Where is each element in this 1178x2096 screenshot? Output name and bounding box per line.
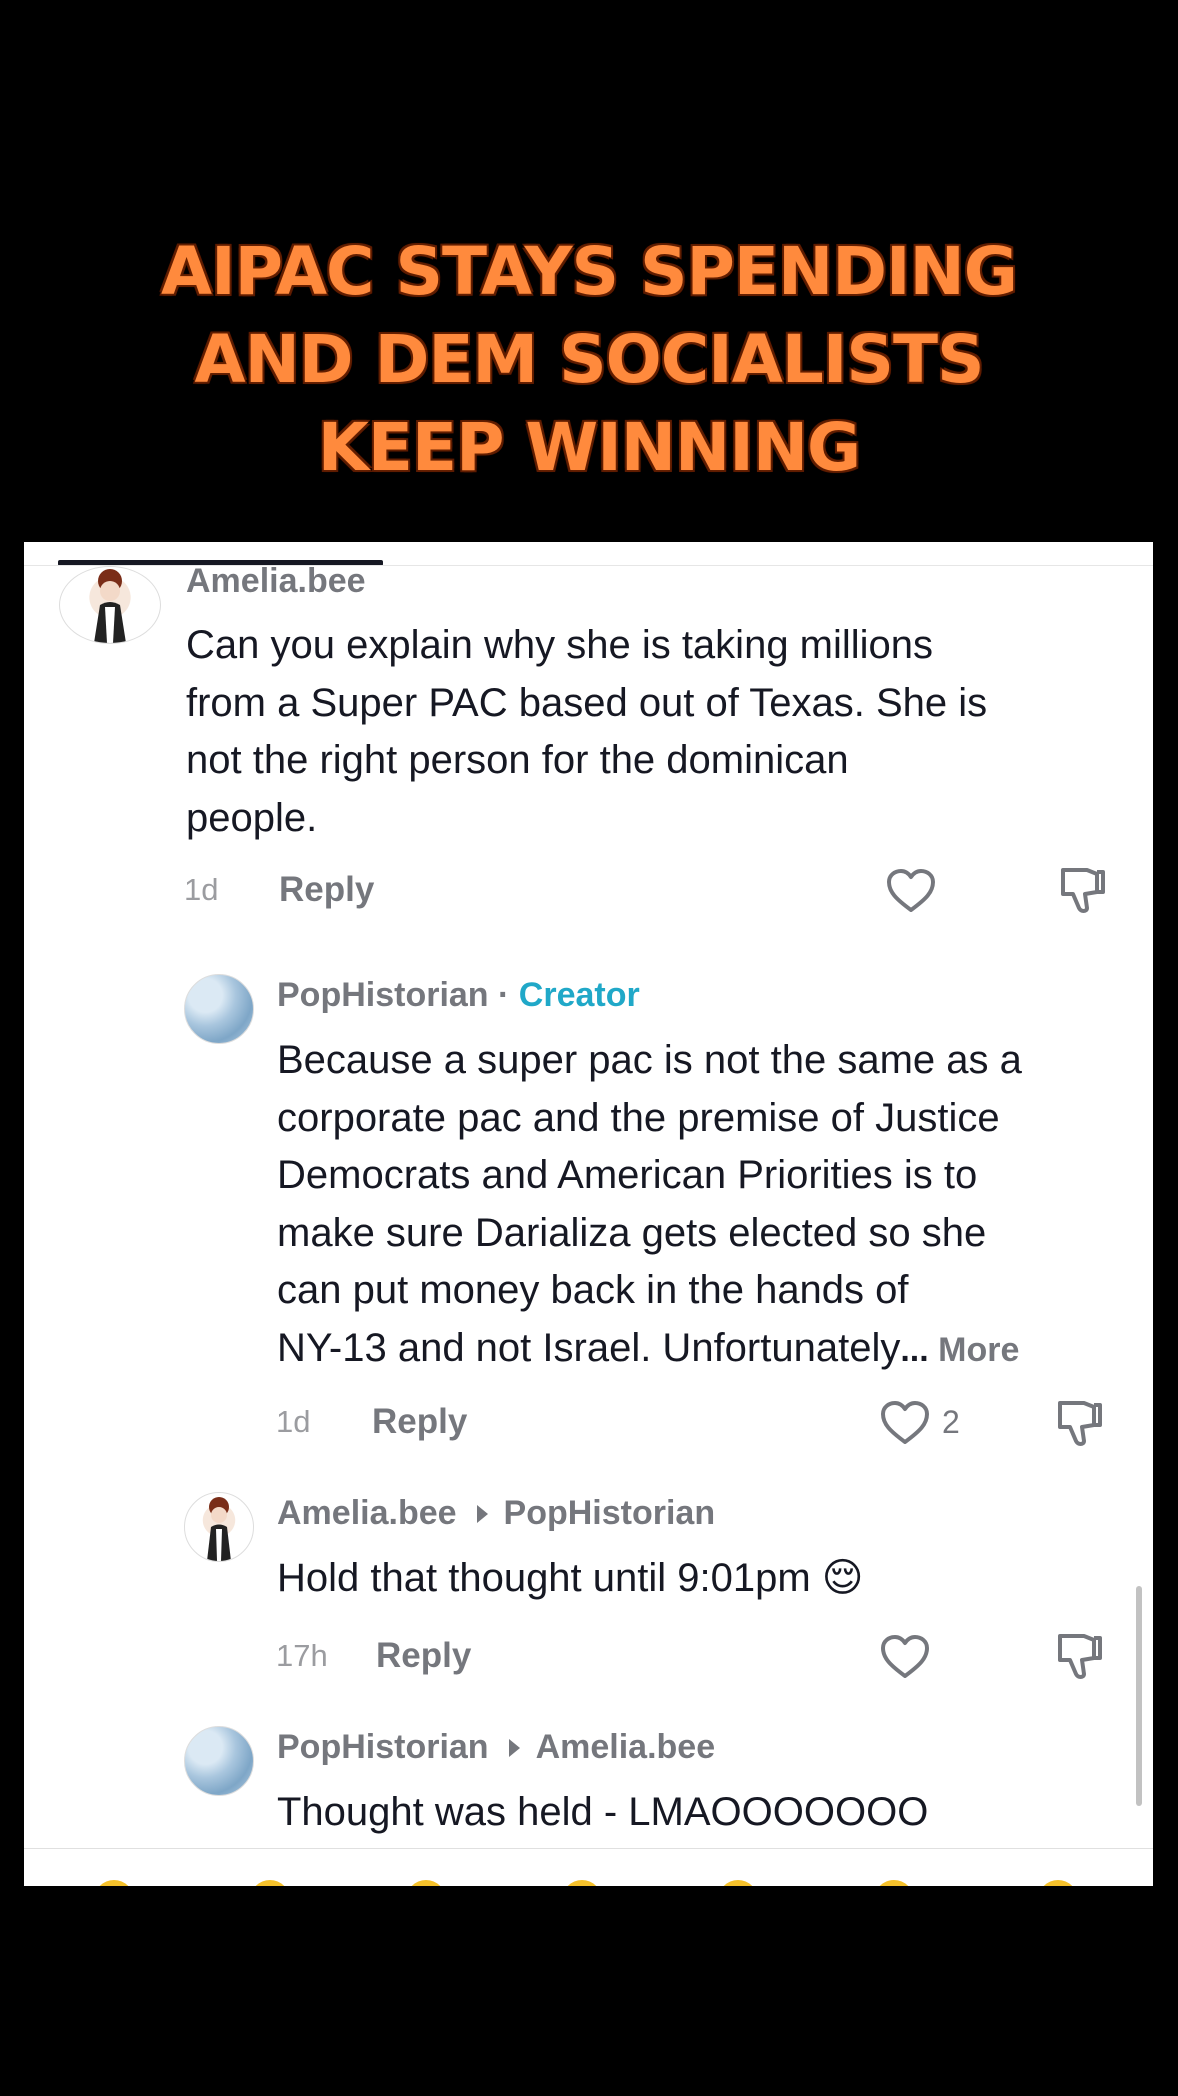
comment-text: Because a super pac is not the same as a… bbox=[277, 1032, 1022, 1379]
comment-text-line: can put money back in the hands of bbox=[277, 1268, 909, 1312]
emoji-quick-bar bbox=[24, 1880, 1153, 1886]
like-count: 2 bbox=[942, 1404, 960, 1440]
comment-header: PopHistorian · Creator bbox=[277, 976, 640, 1015]
comment-text-line: not the right person for the dominican bbox=[186, 738, 849, 782]
reply-button[interactable]: Reply bbox=[372, 1402, 467, 1442]
comment-time: 1d bbox=[184, 872, 219, 907]
separator-dot: · bbox=[488, 976, 519, 1014]
thumbs-down-icon[interactable] bbox=[1057, 864, 1107, 916]
avatar[interactable] bbox=[59, 566, 161, 644]
emoji-icon[interactable] bbox=[562, 1880, 602, 1886]
comment-username[interactable]: Amelia.bee bbox=[277, 1494, 457, 1532]
panel-bottom-divider bbox=[24, 1848, 1153, 1849]
reply-button[interactable]: Reply bbox=[376, 1636, 471, 1676]
reply-button[interactable]: Reply bbox=[279, 870, 374, 910]
heart-outline-icon[interactable] bbox=[886, 868, 936, 914]
caption-line-2: AND DEM SOCIALISTS bbox=[194, 321, 984, 398]
emoji-icon[interactable] bbox=[1038, 1880, 1078, 1886]
comment-text-line: from a Super PAC based out of Texas. She… bbox=[186, 680, 988, 725]
comment-text-line: Democrats and American Priorities is to bbox=[277, 1153, 978, 1197]
comment-header: PopHistorian Amelia.bee bbox=[277, 1728, 715, 1767]
comment-text-last-line: NY-13 and not Israel. Unfortunately... M… bbox=[277, 1320, 1022, 1380]
comment-time: 17h bbox=[276, 1638, 328, 1673]
heart-outline-icon[interactable] bbox=[880, 1634, 930, 1680]
comment-text-line: NY-13 and not Israel. Unfortunately bbox=[277, 1325, 901, 1370]
triangle-right-icon bbox=[476, 1505, 488, 1524]
avatar[interactable] bbox=[184, 1492, 254, 1562]
comment-header: Amelia.bee PopHistorian bbox=[277, 1494, 715, 1533]
heart-outline-icon[interactable] bbox=[880, 1400, 930, 1446]
emoji-icon[interactable] bbox=[94, 1880, 134, 1886]
person-avatar-icon bbox=[207, 1497, 231, 1561]
emoji-icon[interactable] bbox=[406, 1880, 446, 1886]
thumbs-down-icon[interactable] bbox=[1054, 1397, 1104, 1449]
emoji-icon[interactable] bbox=[250, 1880, 290, 1886]
emoji-icon[interactable] bbox=[874, 1880, 914, 1886]
comment-text: Hold that thought until 9:01pm 😌 bbox=[277, 1556, 864, 1600]
scrollbar[interactable] bbox=[1136, 1586, 1142, 1806]
truncation-ellipsis: ... bbox=[900, 1330, 929, 1369]
creator-badge: Creator bbox=[518, 976, 640, 1014]
comment-username[interactable]: PopHistorian bbox=[277, 1728, 489, 1766]
video-caption-overlay: AIPAC STAYS SPENDING AND DEM SOCIALISTS … bbox=[0, 228, 1178, 492]
comment-text-line: Because a super pac is not the same as a bbox=[277, 1038, 1022, 1082]
comment-text-line: make sure Darializa gets elected so she bbox=[277, 1210, 987, 1255]
avatar[interactable] bbox=[184, 1726, 254, 1796]
reply-to-username[interactable]: Amelia.bee bbox=[536, 1728, 716, 1766]
triangle-right-icon bbox=[508, 1739, 520, 1758]
comment-username[interactable]: Amelia.bee bbox=[186, 562, 366, 601]
more-link[interactable]: More bbox=[929, 1331, 1019, 1369]
comments-panel[interactable]: Amelia.bee Can you explain why she is ta… bbox=[24, 542, 1153, 1886]
caption-line-1: AIPAC STAYS SPENDING bbox=[161, 233, 1018, 310]
comment-text: Thought was held - LMAOOOOOOO bbox=[277, 1790, 929, 1834]
thumbs-down-icon[interactable] bbox=[1054, 1630, 1104, 1682]
comment-username[interactable]: PopHistorian bbox=[277, 976, 489, 1014]
comment-text-line: corporate pac and the premise of Justice bbox=[277, 1095, 1000, 1140]
reply-to-username[interactable]: PopHistorian bbox=[504, 1494, 716, 1532]
caption-line-3: KEEP WINNING bbox=[317, 409, 861, 486]
comment-text-line: Can you explain why she is taking millio… bbox=[186, 623, 934, 667]
person-avatar-icon bbox=[94, 569, 126, 643]
emoji-icon[interactable] bbox=[718, 1880, 758, 1886]
comment-time: 1d bbox=[276, 1404, 311, 1439]
comment-text-line: people. bbox=[186, 795, 318, 840]
avatar[interactable] bbox=[184, 974, 254, 1044]
comment-text: Can you explain why she is taking millio… bbox=[186, 617, 987, 847]
